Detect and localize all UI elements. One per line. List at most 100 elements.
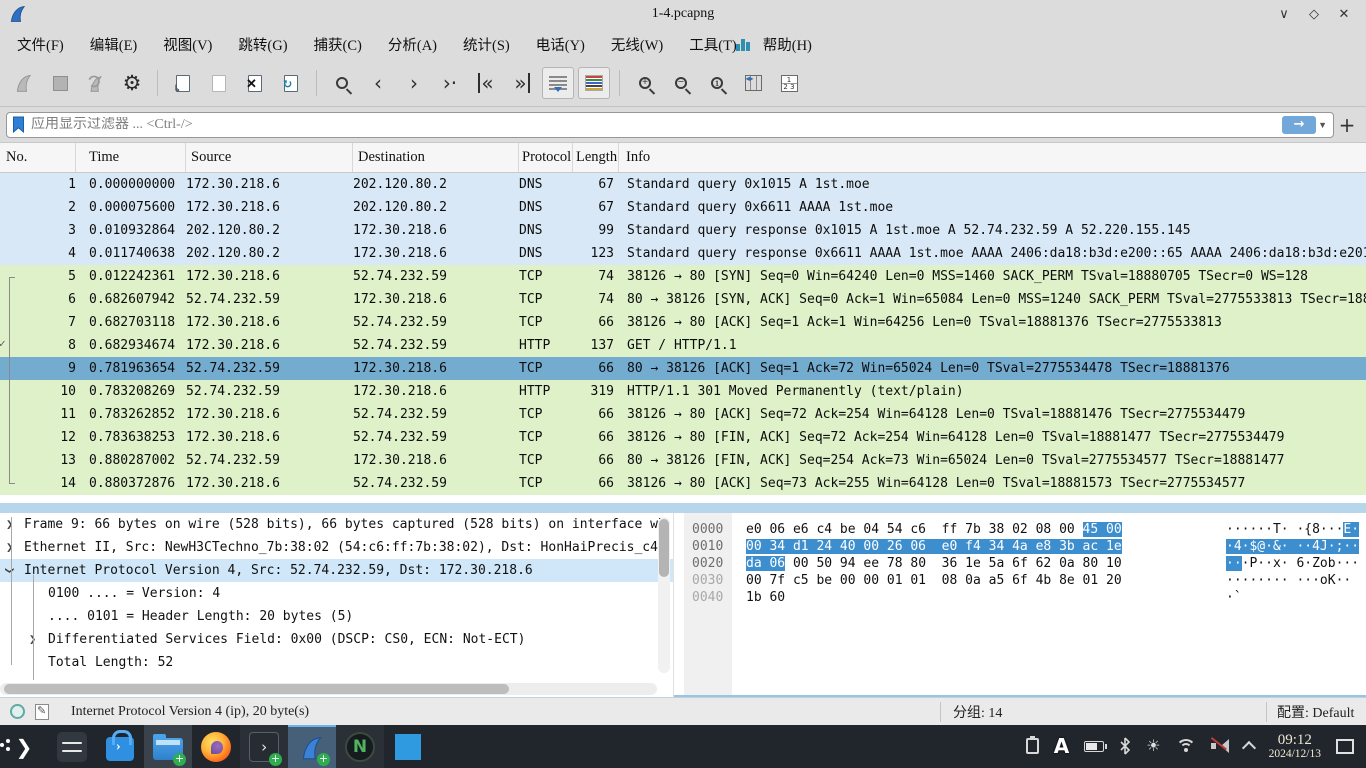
menu-item-2[interactable]: 视图(V): [150, 30, 225, 59]
show-desktop-button[interactable]: [1336, 739, 1354, 754]
settings-app-button[interactable]: [48, 725, 96, 768]
first-packet-button[interactable]: «: [470, 67, 502, 99]
minimize-button[interactable]: ∨: [1272, 4, 1296, 24]
firefox-button[interactable]: [192, 725, 240, 768]
bookmark-icon[interactable]: [12, 116, 25, 133]
packet-row-5[interactable]: 50.012242361172.30.218.652.74.232.59TCP7…: [0, 265, 1366, 288]
detail-line-0[interactable]: ❯Frame 9: 66 bytes on wire (528 bits), 6…: [0, 513, 673, 536]
filter-dropdown-caret[interactable]: ▼: [1318, 120, 1327, 130]
apply-filter-button[interactable]: →: [1282, 116, 1316, 134]
menu-item-1[interactable]: 编辑(E): [77, 30, 151, 59]
volume-muted-icon[interactable]: [1211, 738, 1229, 754]
detail-line-1[interactable]: ❯Ethernet II, Src: NewH3CTechno_7b:38:02…: [0, 536, 673, 559]
last-packet-button[interactable]: »: [506, 67, 538, 99]
zoom-out-button[interactable]: −: [665, 67, 697, 99]
packet-row-4[interactable]: 40.011740638202.120.80.2172.30.218.6DNS1…: [0, 242, 1366, 265]
menu-item-8[interactable]: 无线(W): [598, 30, 676, 59]
maximize-button[interactable]: ◇: [1302, 4, 1326, 24]
number-columns-button[interactable]: 12 3: [773, 67, 805, 99]
start-capture-button[interactable]: [8, 67, 40, 99]
hex-row-0030[interactable]: 003000 7f c5 be 00 00 01 01 08 0a a5 6f …: [674, 572, 1366, 589]
capture-comment-icon[interactable]: [35, 704, 49, 720]
packet-row-14[interactable]: 140.880372876172.30.218.652.74.232.59TCP…: [0, 472, 1366, 495]
resize-columns-button[interactable]: [737, 67, 769, 99]
colorize-button[interactable]: [578, 67, 610, 99]
menu-item-0[interactable]: 文件(F): [4, 30, 77, 59]
neovim-button[interactable]: N: [336, 725, 384, 768]
detail-line-2[interactable]: ❯Internet Protocol Version 4, Src: 52.74…: [0, 559, 673, 582]
detail-line-6[interactable]: Total Length: 52: [0, 651, 673, 674]
column-header-info[interactable]: Info: [619, 143, 1366, 172]
menu-item-10[interactable]: 帮助(H): [750, 30, 825, 59]
expander-closed-icon[interactable]: ❯: [6, 513, 13, 536]
zoom-reset-button[interactable]: 1: [701, 67, 733, 99]
detail-line-5[interactable]: ❯Differentiated Services Field: 0x00 (DS…: [0, 628, 673, 651]
expander-closed-icon[interactable]: ❯: [6, 536, 13, 559]
close-button[interactable]: ✕: [1332, 4, 1356, 24]
capture-options-button[interactable]: ⚙: [116, 67, 148, 99]
packet-row-8[interactable]: 80.682934674172.30.218.652.74.232.59HTTP…: [0, 334, 1366, 357]
hex-row-0040[interactable]: 00401b 60·`: [674, 589, 1366, 606]
column-header-length[interactable]: Length: [573, 143, 619, 172]
save-file-button[interactable]: [203, 67, 235, 99]
column-header-time[interactable]: Time: [76, 143, 186, 172]
menu-item-3[interactable]: 跳转(G): [225, 30, 300, 59]
stop-capture-button[interactable]: [44, 67, 76, 99]
detail-line-4[interactable]: .... 0101 = Header Length: 20 bytes (5): [0, 605, 673, 628]
reload-file-button[interactable]: ↻: [275, 67, 307, 99]
clock[interactable]: 09:12 2024/12/13: [1269, 732, 1321, 761]
packet-row-10[interactable]: 100.78320826952.74.232.59172.30.218.6HTT…: [0, 380, 1366, 403]
add-filter-button[interactable]: +: [1334, 112, 1360, 138]
bluetooth-icon[interactable]: [1119, 737, 1131, 755]
terminal-button[interactable]: ›+: [240, 725, 288, 768]
menu-item-4[interactable]: 捕获(C): [301, 30, 375, 59]
input-method-icon[interactable]: A: [1054, 734, 1069, 758]
pane-splitter[interactable]: [0, 503, 1366, 513]
display-filter-input[interactable]: [31, 117, 1282, 133]
expert-info-icon[interactable]: [10, 704, 25, 719]
packet-row-3[interactable]: 30.010932864202.120.80.2172.30.218.6DNS9…: [0, 219, 1366, 242]
details-vertical-scrollbar[interactable]: [658, 517, 670, 673]
packet-row-13[interactable]: 130.88028700252.74.232.59172.30.218.6TCP…: [0, 449, 1366, 472]
packet-row-7[interactable]: 70.682703118172.30.218.652.74.232.59TCP6…: [0, 311, 1366, 334]
software-store-button[interactable]: [96, 725, 144, 768]
column-header-protocol[interactable]: Protocol: [519, 143, 573, 172]
app-launcher-button[interactable]: ❯: [0, 725, 48, 768]
restart-capture-button[interactable]: [80, 67, 112, 99]
packet-row-6[interactable]: 60.68260794252.74.232.59172.30.218.6TCP7…: [0, 288, 1366, 311]
packet-row-12[interactable]: 120.783638253172.30.218.652.74.232.59TCP…: [0, 426, 1366, 449]
details-horizontal-scrollbar[interactable]: [0, 683, 657, 695]
column-header-destination[interactable]: Destination: [353, 143, 519, 172]
menu-item-6[interactable]: 统计(S): [450, 30, 523, 59]
packet-row-11[interactable]: 110.783262852172.30.218.652.74.232.59TCP…: [0, 403, 1366, 426]
find-packet-button[interactable]: [326, 67, 358, 99]
vscode-button[interactable]: [384, 725, 432, 768]
previous-packet-button[interactable]: ‹: [362, 67, 394, 99]
packet-row-1[interactable]: 10.000000000172.30.218.6202.120.80.2DNS6…: [0, 173, 1366, 196]
packet-row-9[interactable]: 90.78196365452.74.232.59172.30.218.6TCP6…: [0, 357, 1366, 380]
file-manager-button[interactable]: +: [144, 725, 192, 768]
clipboard-tray-icon[interactable]: [1026, 738, 1039, 754]
packet-row-2[interactable]: 20.000075600172.30.218.6202.120.80.2DNS6…: [0, 196, 1366, 219]
wifi-icon[interactable]: [1176, 739, 1196, 754]
hex-row-0010[interactable]: 001000 34 d1 24 40 00 26 06 e0 f4 34 4a …: [674, 538, 1366, 555]
zoom-in-button[interactable]: +: [629, 67, 661, 99]
hex-row-0020[interactable]: 0020da 06 00 50 94 ee 78 80 36 1e 5a 6f …: [674, 555, 1366, 572]
auto-scroll-button[interactable]: [542, 67, 574, 99]
battery-icon[interactable]: [1084, 741, 1104, 752]
menu-item-5[interactable]: 分析(A): [375, 30, 450, 59]
menu-item-7[interactable]: 电话(Y): [523, 30, 598, 59]
open-file-button[interactable]: ↳: [167, 67, 199, 99]
close-file-button[interactable]: ✕: [239, 67, 271, 99]
detail-line-3[interactable]: 0100 .... = Version: 4: [0, 582, 673, 605]
goto-packet-button[interactable]: ›·: [434, 67, 466, 99]
display-filter-box[interactable]: → ▼: [6, 112, 1334, 138]
profile-status[interactable]: 配置: Default: [1266, 702, 1366, 722]
hex-row-0000[interactable]: 0000e0 06 e6 c4 be 04 54 c6 ff 7b 38 02 …: [674, 521, 1366, 538]
column-header-source[interactable]: Source: [186, 143, 353, 172]
column-header-no[interactable]: No.: [0, 143, 76, 172]
brightness-icon[interactable]: ☀: [1146, 736, 1160, 756]
next-packet-button[interactable]: ›: [398, 67, 430, 99]
wireshark-taskbar-button[interactable]: +: [288, 725, 336, 768]
tray-expand-icon[interactable]: [1242, 741, 1256, 755]
